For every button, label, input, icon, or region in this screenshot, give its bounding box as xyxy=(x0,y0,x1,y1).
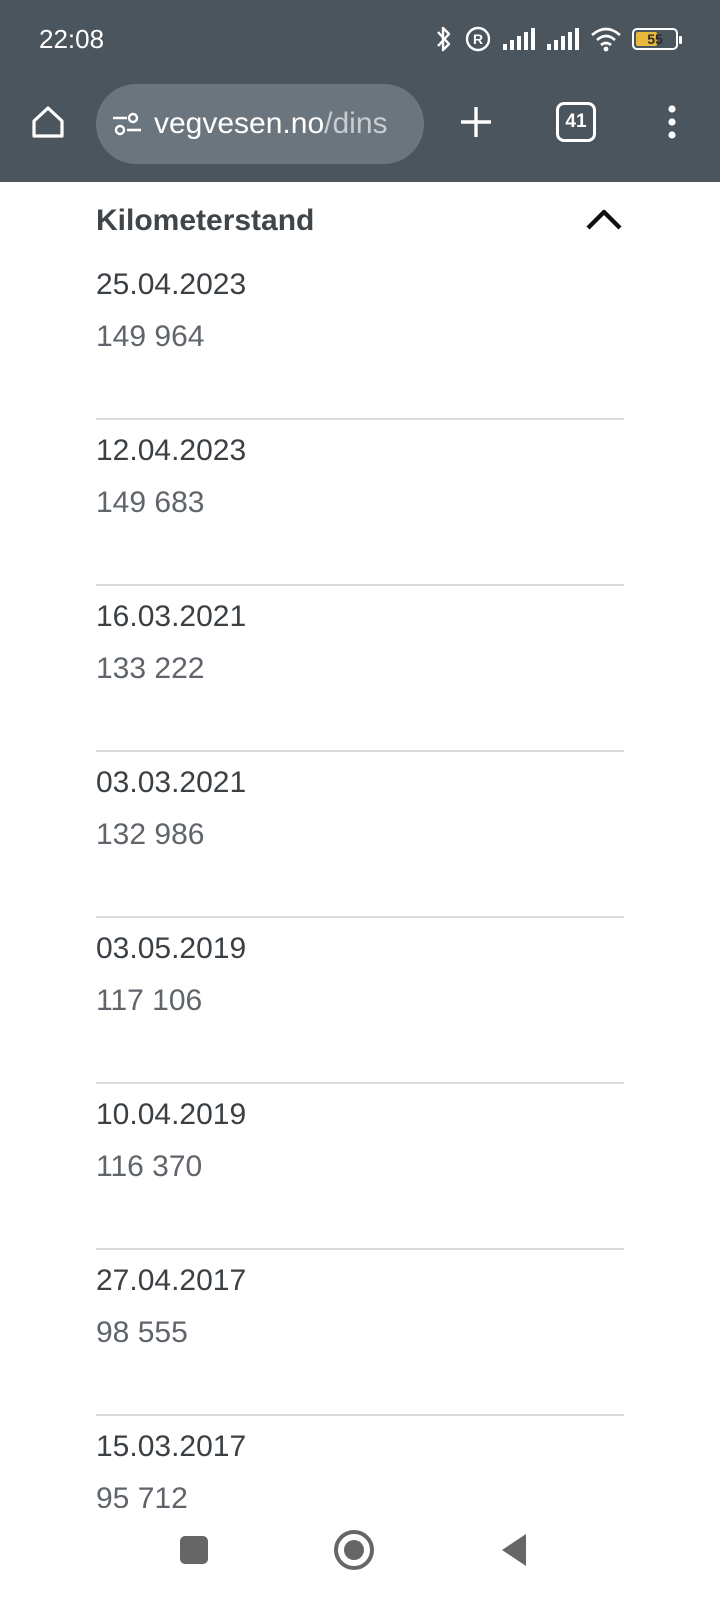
more-vert-icon xyxy=(667,104,677,145)
entry-date: 10.04.2019 xyxy=(96,1098,247,1131)
recents-button[interactable] xyxy=(170,1528,218,1576)
svg-text:R: R xyxy=(473,31,483,47)
battery-nub xyxy=(679,36,682,44)
entry-km: 117 106 xyxy=(96,984,203,1017)
more-menu-button[interactable] xyxy=(652,100,692,148)
wifi-icon xyxy=(590,26,622,52)
home-button[interactable] xyxy=(22,98,74,150)
tab-switcher-button[interactable]: 41 xyxy=(556,102,596,142)
signal-icon xyxy=(546,26,580,52)
entry-date: 15.03.2017 xyxy=(96,1430,247,1463)
list-item: 27.04.2017 98 555 xyxy=(96,1250,624,1416)
entry-km: 98 555 xyxy=(96,1316,188,1349)
entry-date: 27.04.2017 xyxy=(96,1264,247,1297)
list-item: 10.04.2019 116 370 xyxy=(96,1084,624,1250)
url-path: /dins xyxy=(324,107,388,140)
url-domain: vegvesen.no xyxy=(154,107,325,140)
signal-icon xyxy=(502,26,536,52)
battery-icon: 55 xyxy=(632,28,682,50)
recents-icon xyxy=(178,1534,210,1571)
entry-km: 95 712 xyxy=(96,1482,188,1508)
entry-km: 132 986 xyxy=(96,818,205,851)
entry-km: 133 222 xyxy=(96,652,205,685)
home-circle-icon xyxy=(333,1529,375,1576)
section-title: Kilometerstand xyxy=(96,204,315,237)
list-item: 16.03.2021 133 222 xyxy=(96,586,624,752)
url-bar[interactable]: vegvesen.no/dins xyxy=(96,84,424,164)
browser-toolbar: vegvesen.no/dins 41 xyxy=(0,78,720,182)
list-item: 03.03.2021 132 986 xyxy=(96,752,624,918)
site-settings-icon[interactable] xyxy=(110,107,144,141)
entry-date: 12.04.2023 xyxy=(96,434,247,467)
status-bar: 22:08 R 55 xyxy=(0,0,720,78)
entry-date: 03.05.2019 xyxy=(96,932,247,965)
status-time: 22:08 xyxy=(39,24,105,54)
list-item: 15.03.2017 95 712 xyxy=(96,1416,624,1508)
entry-date: 25.04.2023 xyxy=(96,268,247,301)
status-icons: R 55 xyxy=(434,22,682,56)
entry-km: 116 370 xyxy=(96,1150,203,1183)
url-text[interactable]: vegvesen.no/dins xyxy=(154,107,388,141)
bluetooth-icon xyxy=(434,24,454,54)
browser-chrome: 22:08 R 55 vegvesen.no/dins 41 xyxy=(0,0,720,182)
entry-date: 16.03.2021 xyxy=(96,600,247,633)
new-tab-button[interactable] xyxy=(452,100,500,148)
entry-date: 03.03.2021 xyxy=(96,766,247,799)
list-item: 25.04.2023 149 964 xyxy=(96,254,624,420)
plus-icon xyxy=(458,104,494,145)
kilometerstand-section-header[interactable]: Kilometerstand xyxy=(96,192,624,244)
home-nav-button[interactable] xyxy=(330,1528,378,1576)
back-button[interactable] xyxy=(490,1528,538,1576)
battery-level: 55 xyxy=(647,31,663,47)
page-content: Kilometerstand 25.04.2023 149 964 12.04.… xyxy=(0,182,720,1508)
entry-km: 149 964 xyxy=(96,320,205,353)
list-item: 03.05.2019 117 106 xyxy=(96,918,624,1084)
registered-icon: R xyxy=(464,25,492,53)
home-icon xyxy=(28,102,68,147)
chevron-up-icon[interactable] xyxy=(584,204,624,234)
system-navigation-bar xyxy=(0,1508,720,1600)
entry-km: 149 683 xyxy=(96,486,205,519)
back-icon xyxy=(498,1532,530,1573)
list-item: 12.04.2023 149 683 xyxy=(96,420,624,586)
odometer-list: 25.04.2023 149 964 12.04.2023 149 683 16… xyxy=(96,254,624,1508)
tab-count: 41 xyxy=(565,111,587,132)
